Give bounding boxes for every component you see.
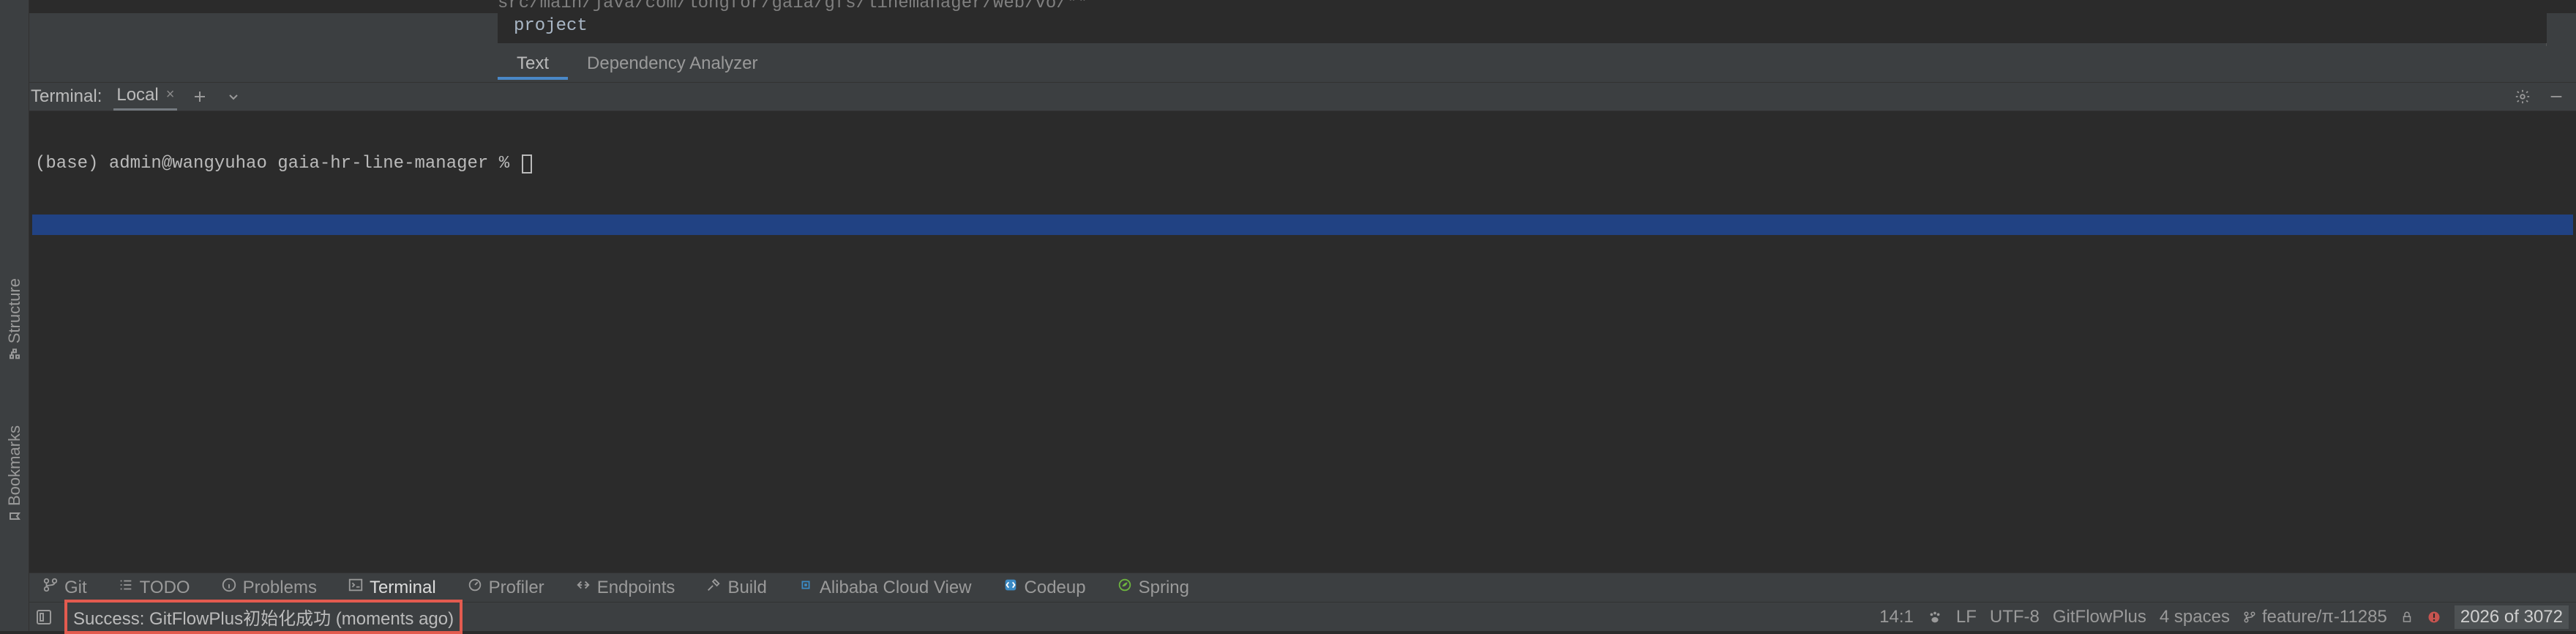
tool-tab-label: TODO <box>140 578 190 598</box>
tool-tab-label: Terminal <box>370 578 436 598</box>
lock-icon[interactable] <box>2400 611 2414 624</box>
info-icon <box>221 577 237 598</box>
branch-name: feature/π-11285 <box>2262 607 2387 627</box>
success-text: Success: GitFlowPlus初始化成功 (moments ago) <box>73 604 454 630</box>
tool-tab-alibaba-cloud-view[interactable]: Alibaba Cloud View <box>792 575 978 600</box>
tool-tab-build[interactable]: Build <box>700 575 772 600</box>
bookmarks-label: Bookmarks <box>5 425 24 506</box>
endpoints-icon <box>575 577 591 598</box>
tool-tab-label: Build <box>727 578 766 598</box>
paw-icon[interactable] <box>1927 609 1943 625</box>
branch-icon <box>42 577 59 598</box>
tool-tab-todo[interactable]: TODO <box>112 575 196 600</box>
tool-tab-codeup[interactable]: Codeup <box>997 575 1092 600</box>
bookmarks-tool-button[interactable]: Bookmarks <box>5 425 24 522</box>
close-tab-icon[interactable]: × <box>166 86 175 103</box>
tool-tab-label: Codeup <box>1025 578 1086 598</box>
main-area: src/main/java/com/longfor/gaia/gfs/linem… <box>29 0 2576 631</box>
minimize-icon[interactable] <box>2545 86 2567 108</box>
gear-icon[interactable] <box>2512 86 2534 108</box>
tool-tab-label: Alibaba Cloud View <box>820 578 972 598</box>
terminal-icon <box>348 577 364 598</box>
gitflowplus-label[interactable]: GitFlowPlus <box>2053 607 2146 627</box>
cloud-icon <box>798 577 814 598</box>
tool-tab-problems[interactable]: Problems <box>215 575 323 600</box>
hammer-icon <box>705 577 722 598</box>
tool-tab-label: Spring <box>1139 578 1189 598</box>
code-second-line: project <box>498 13 2547 43</box>
structure-tool-button[interactable]: Structure <box>5 278 24 359</box>
terminal-title: Terminal: <box>31 86 102 107</box>
tool-windows-toggle-icon[interactable] <box>37 610 51 624</box>
tool-tab-terminal[interactable]: Terminal <box>342 575 442 600</box>
new-session-button[interactable] <box>189 86 211 108</box>
indent-setting[interactable]: 4 spaces <box>2160 607 2230 627</box>
dropdown-button[interactable] <box>222 86 244 108</box>
tab-text[interactable]: Text <box>498 46 568 80</box>
terminal-prompt-line: (base) admin@wangyuhao gaia-hr-line-mana… <box>32 154 2573 174</box>
editor-remnant: src/main/java/com/longfor/gaia/gfs/linem… <box>29 0 2576 82</box>
session-tab-label: Local <box>116 85 158 105</box>
status-success-message[interactable]: Success: GitFlowPlus初始化成功 (moments ago) <box>64 600 463 634</box>
terminal-header: Terminal: Local × <box>29 82 2576 111</box>
terminal-body[interactable]: (base) admin@wangyuhao gaia-hr-line-mana… <box>29 111 2576 573</box>
spring-icon <box>1117 577 1133 598</box>
line-separator[interactable]: LF <box>1956 607 1977 627</box>
codeup-icon <box>1003 577 1019 598</box>
memory-indicator[interactable]: 2026 of 3072 <box>2455 605 2569 629</box>
encoding[interactable]: UTF-8 <box>1990 607 2040 627</box>
bottom-tool-tabs: Git TODO Problems Terminal Profiler Endpoints… <box>29 573 2576 602</box>
error-indicator-icon[interactable] <box>2427 610 2441 624</box>
editor-bottom-tabs: Text Dependency Analyzer <box>498 46 2576 80</box>
tool-tab-label: Endpoints <box>597 578 675 598</box>
tool-tab-label: Git <box>64 578 87 598</box>
git-branch[interactable]: feature/π-11285 <box>2243 607 2387 627</box>
tool-tab-profiler[interactable]: Profiler <box>461 575 550 600</box>
tool-tab-spring[interactable]: Spring <box>1111 575 1195 600</box>
tab-dependency-analyzer[interactable]: Dependency Analyzer <box>568 46 776 80</box>
tool-tab-git[interactable]: Git <box>37 575 93 600</box>
cursor-position[interactable]: 14:1 <box>1879 607 1914 627</box>
terminal-session-tab[interactable]: Local × <box>113 83 177 111</box>
terminal-prompt: (base) admin@wangyuhao gaia-hr-line-mana… <box>35 154 520 174</box>
tool-tab-label: Problems <box>243 578 317 598</box>
status-bar: Success: GitFlowPlus初始化成功 (moments ago) … <box>29 602 2576 631</box>
code-fragment-line: src/main/java/com/longfor/gaia/gfs/linem… <box>29 0 2576 13</box>
terminal-selection-line <box>32 215 2573 235</box>
terminal-cursor <box>522 154 532 174</box>
tool-tab-endpoints[interactable]: Endpoints <box>569 575 681 600</box>
left-tool-rail: Structure Bookmarks <box>0 0 29 631</box>
profiler-icon <box>467 577 483 598</box>
tool-tab-label: Profiler <box>489 578 544 598</box>
list-icon <box>118 577 134 598</box>
structure-label: Structure <box>5 278 24 343</box>
